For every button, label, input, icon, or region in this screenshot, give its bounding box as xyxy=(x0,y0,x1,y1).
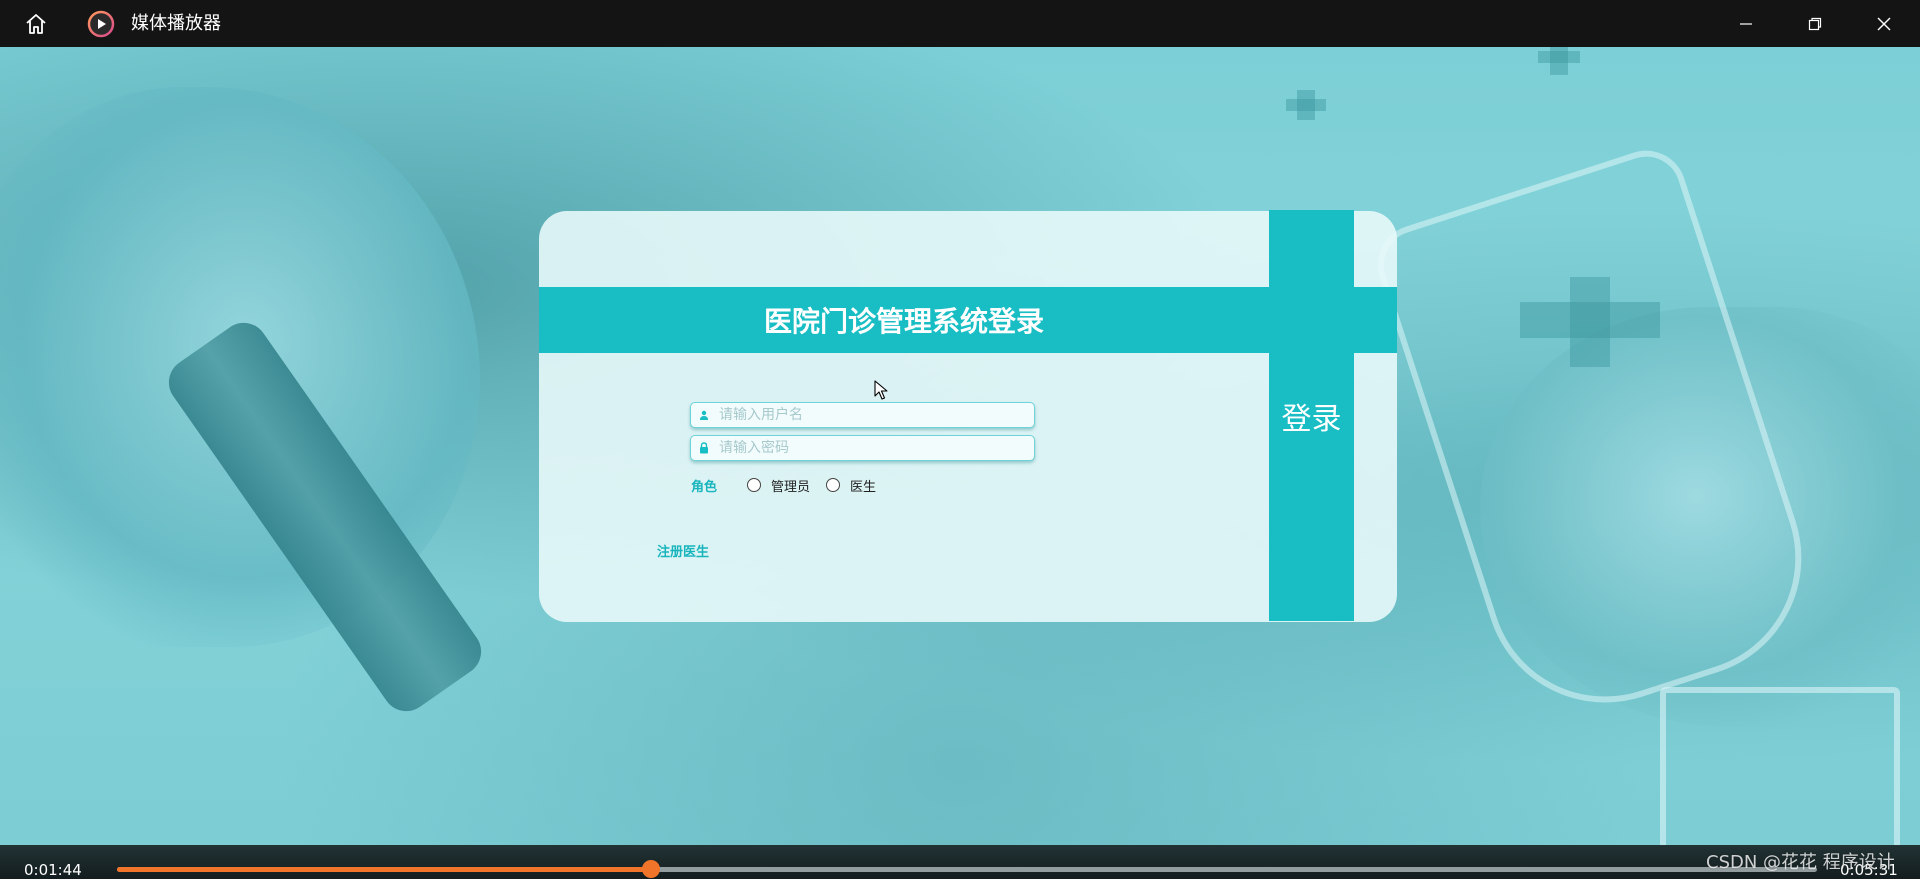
current-time: 0:01:44 xyxy=(24,861,82,879)
password-input[interactable] xyxy=(717,437,1034,459)
minimize-icon xyxy=(1740,22,1752,25)
home-icon[interactable] xyxy=(20,10,52,38)
close-icon xyxy=(1877,17,1891,30)
minimize-button[interactable] xyxy=(1712,0,1780,47)
seek-bar[interactable] xyxy=(117,867,1817,872)
media-player-icon xyxy=(87,10,115,38)
close-button[interactable] xyxy=(1850,0,1918,47)
lock-icon xyxy=(691,436,717,460)
seek-handle[interactable] xyxy=(641,860,660,878)
background-cross xyxy=(1286,99,1326,111)
window-title: 媒体播放器 xyxy=(131,13,221,34)
user-icon xyxy=(691,403,717,427)
restore-button[interactable] xyxy=(1781,0,1849,47)
restore-icon xyxy=(1808,17,1822,30)
watermark-text: CSDN @花花 程序设计 xyxy=(1706,852,1895,873)
login-button[interactable]: 登录 xyxy=(1269,210,1354,621)
role-option-admin-label[interactable]: 管理员 xyxy=(771,476,810,495)
role-label: 角色 xyxy=(691,480,718,495)
background-beaker xyxy=(1367,140,1833,734)
mouse-cursor-icon xyxy=(874,380,888,404)
background-cross xyxy=(1520,302,1660,338)
seek-bar-progress xyxy=(117,867,651,872)
username-input[interactable] xyxy=(717,404,1034,426)
role-radio-doctor[interactable] xyxy=(826,478,840,492)
role-option-doctor-label[interactable]: 医生 xyxy=(850,476,876,495)
background-cross xyxy=(1538,51,1580,63)
background-sign xyxy=(1660,687,1900,845)
password-field[interactable] xyxy=(690,435,1035,461)
login-title: 医院门诊管理系统登录 xyxy=(763,305,1044,338)
username-field[interactable] xyxy=(690,402,1035,428)
role-radio-admin[interactable] xyxy=(747,478,761,492)
register-doctor-link[interactable]: 注册医生 xyxy=(657,541,709,560)
title-bar: 媒体播放器 xyxy=(0,0,1920,47)
player-controls-bar: 0:01:44 0:05:31 xyxy=(0,845,1920,879)
